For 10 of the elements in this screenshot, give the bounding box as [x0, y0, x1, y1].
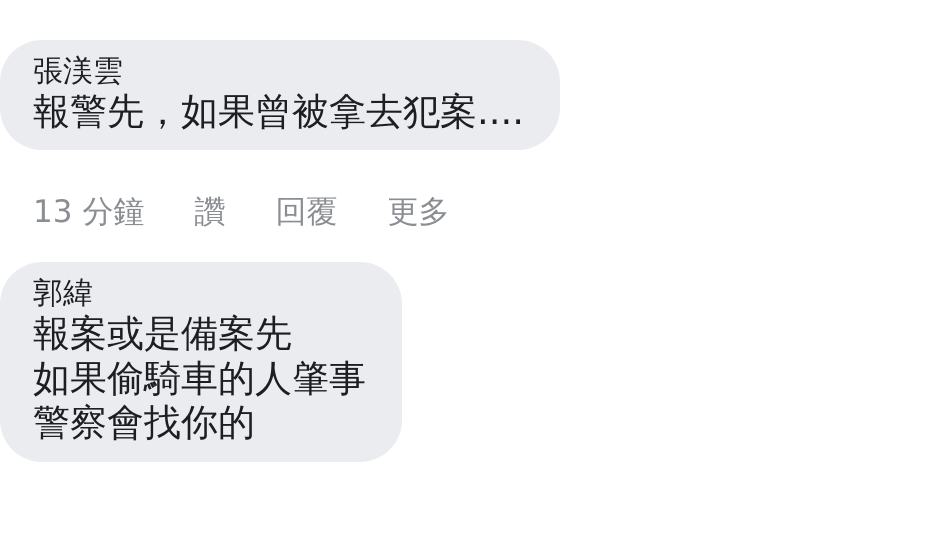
comment-action-link[interactable]: 回覆: [275, 189, 338, 236]
comment-action-link[interactable]: 更多: [387, 189, 450, 236]
comment-time[interactable]: 13 分鐘: [33, 189, 144, 236]
author-name[interactable]: 張渼雲: [33, 54, 524, 90]
comment-text: 警察會找你的: [33, 401, 256, 446]
comment-text: 如果偷騎車的人肇事: [33, 356, 366, 402]
comment-text: 報案或是備案先: [33, 312, 293, 357]
author-name[interactable]: 郭緯: [33, 276, 366, 312]
comment-action-link[interactable]: 讚: [194, 189, 226, 236]
comment-text: 報警先，如果曾被拿去犯案....: [33, 90, 524, 134]
